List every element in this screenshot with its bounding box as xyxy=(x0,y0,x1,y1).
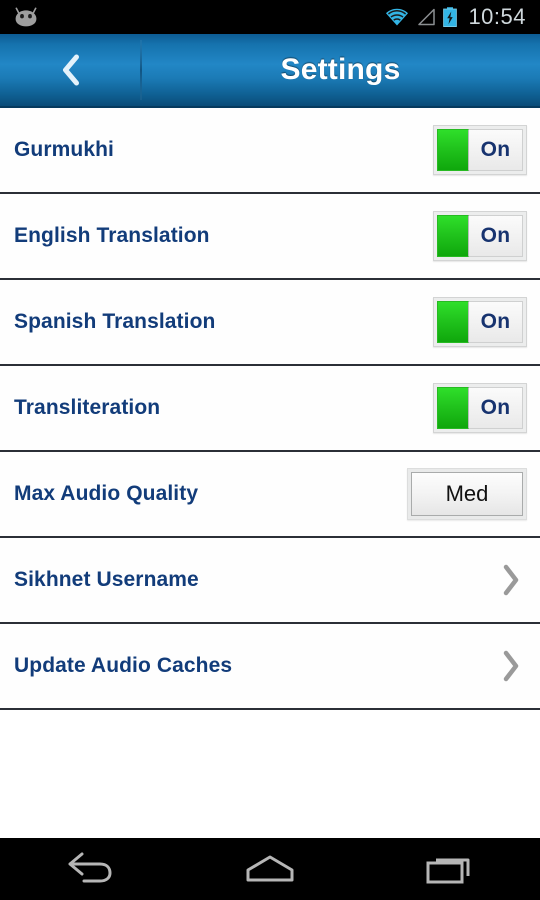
toggle-track: On xyxy=(469,301,523,343)
settings-row-gurmukhi[interactable]: Gurmukhi On xyxy=(0,108,540,194)
row-label: English Translation xyxy=(14,224,210,247)
settings-list: Gurmukhi On English Translation On Spani… xyxy=(0,108,540,710)
row-label: Sikhnet Username xyxy=(14,568,199,591)
value-button-label: Med xyxy=(445,481,489,506)
toggle-english-translation[interactable]: On xyxy=(433,211,527,261)
list-empty-area xyxy=(0,790,540,838)
cellular-signal-icon xyxy=(418,8,436,26)
toggle-track: On xyxy=(469,215,523,257)
battery-charging-icon xyxy=(443,7,458,28)
wifi-icon xyxy=(386,8,409,26)
chevron-right-icon xyxy=(503,650,519,682)
toggle-knob xyxy=(437,129,469,171)
nav-home-button[interactable] xyxy=(180,838,360,900)
row-label: Transliteration xyxy=(14,396,161,419)
settings-row-english-translation[interactable]: English Translation On xyxy=(0,194,540,280)
status-icons-group: 10:54 xyxy=(384,6,540,28)
settings-row-update-audio-caches[interactable]: Update Audio Caches xyxy=(0,624,540,710)
row-label: Update Audio Caches xyxy=(14,654,233,677)
nav-home-icon xyxy=(246,855,294,882)
settings-row-transliteration[interactable]: Transliteration On xyxy=(0,366,540,452)
nav-back-icon xyxy=(68,852,112,883)
value-button-inner: Med xyxy=(411,472,523,516)
toggle-knob xyxy=(437,387,469,429)
nav-recents-icon xyxy=(426,858,470,884)
row-control: On xyxy=(433,297,527,347)
page-title: Settings xyxy=(280,53,401,86)
row-label: Gurmukhi xyxy=(14,138,114,161)
android-head-icon xyxy=(15,7,37,27)
max-audio-quality-button[interactable]: Med xyxy=(407,468,527,520)
row-control: On xyxy=(433,383,527,433)
settings-row-sikhnet-username[interactable]: Sikhnet Username xyxy=(0,538,540,624)
toggle-gurmukhi[interactable]: On xyxy=(433,125,527,175)
chevron-right-icon xyxy=(503,564,519,596)
back-button[interactable] xyxy=(0,34,141,106)
phone-screen: 10:54 Settings Gurmukhi On English Trans… xyxy=(0,0,540,900)
settings-row-max-audio-quality[interactable]: Max Audio Quality Med xyxy=(0,452,540,538)
nav-recents-button[interactable] xyxy=(360,838,540,900)
row-label: Max Audio Quality xyxy=(14,482,199,505)
toggle-knob xyxy=(437,301,469,343)
title-bar: Settings xyxy=(0,34,540,108)
nav-back-button[interactable] xyxy=(0,838,180,900)
toggle-knob xyxy=(437,215,469,257)
toggle-track: On xyxy=(469,387,523,429)
row-control: Med xyxy=(407,468,527,520)
row-control: On xyxy=(433,125,527,175)
chevron-left-icon xyxy=(62,54,79,86)
status-bar: 10:54 xyxy=(0,0,540,34)
settings-row-spanish-translation[interactable]: Spanish Translation On xyxy=(0,280,540,366)
system-navigation-bar xyxy=(0,838,540,900)
toggle-state-label: On xyxy=(480,224,511,247)
toggle-spanish-translation[interactable]: On xyxy=(433,297,527,347)
row-control xyxy=(501,650,527,682)
toggle-state-label: On xyxy=(480,138,511,161)
toggle-transliteration[interactable]: On xyxy=(433,383,527,433)
row-control xyxy=(501,564,527,596)
row-label: Spanish Translation xyxy=(14,310,216,333)
row-control: On xyxy=(433,211,527,261)
toggle-track: On xyxy=(469,129,523,171)
toggle-state-label: On xyxy=(480,396,511,419)
toggle-state-label: On xyxy=(480,310,511,333)
status-clock: 10:54 xyxy=(468,4,526,29)
